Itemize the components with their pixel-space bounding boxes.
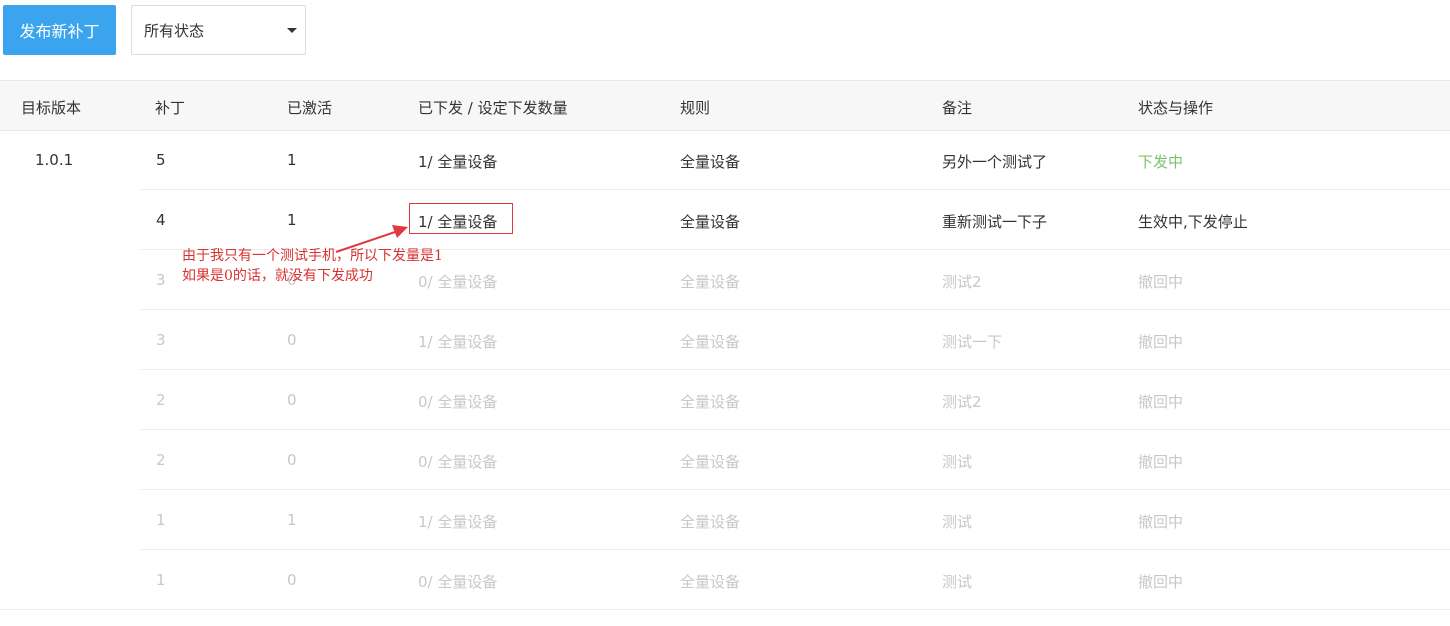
- cell-issued: 1/ 全量设备: [418, 513, 498, 531]
- cell-rule: 全量设备: [680, 213, 741, 231]
- status-filter-select[interactable]: 所有状态: [131, 5, 306, 55]
- header-issued: 已下发 / 设定下发数量: [418, 99, 568, 117]
- cell-patch: 1: [156, 511, 166, 529]
- annotation-line-1: 由于我只有一个测试手机，所以下发量是1: [182, 248, 443, 264]
- table-row: 3 0 1/ 全量设备 全量设备 测试一下 撤回中: [0, 310, 1450, 370]
- cell-status[interactable]: 撤回中: [1138, 271, 1183, 292]
- cell-rule: 全量设备: [680, 453, 741, 471]
- annotation-highlight-box: [409, 203, 513, 234]
- cell-status[interactable]: 撤回中: [1138, 391, 1183, 412]
- table-row: 5 1 1/ 全量设备 全量设备 另外一个测试了 下发中: [0, 130, 1450, 190]
- table-row: 4 1 1/ 全量设备 全量设备 重新测试一下子 生效中,下发停止: [0, 190, 1450, 250]
- cell-patch: 1: [156, 571, 166, 589]
- status-filter-value: 所有状态: [144, 21, 205, 40]
- header-patch: 补丁: [155, 99, 186, 117]
- cell-rule: 全量设备: [680, 393, 741, 411]
- cell-activated: 0: [287, 571, 297, 589]
- cell-note: 重新测试一下子: [942, 213, 1048, 231]
- caret-down-icon: [287, 28, 297, 33]
- cell-status[interactable]: 撤回中: [1138, 511, 1183, 532]
- header-target-version: 目标版本: [21, 99, 82, 117]
- cell-activated: 1: [287, 211, 297, 229]
- header-note: 备注: [942, 99, 973, 117]
- cell-rule: 全量设备: [680, 273, 741, 291]
- header-activated: 已激活: [287, 99, 333, 117]
- cell-patch: 5: [156, 151, 166, 169]
- cell-note: 测试: [942, 513, 973, 531]
- cell-rule: 全量设备: [680, 513, 741, 531]
- table-header: 目标版本 补丁 已激活 已下发 / 设定下发数量 规则 备注 状态与操作: [0, 80, 1450, 131]
- header-rule: 规则: [680, 99, 711, 117]
- cell-activated: 0: [287, 331, 297, 349]
- cell-patch: 3: [156, 271, 166, 289]
- cell-issued: 0/ 全量设备: [418, 453, 498, 471]
- cell-activated: 0: [287, 451, 297, 469]
- cell-status[interactable]: 撤回中: [1138, 571, 1183, 592]
- cell-patch: 3: [156, 331, 166, 349]
- cell-note: 测试一下: [942, 333, 1003, 351]
- cell-status[interactable]: 生效中,下发停止: [1138, 211, 1248, 232]
- cell-activated: 1: [287, 511, 297, 529]
- annotation-note: 由于我只有一个测试手机，所以下发量是1 如果是0的话，就没有下发成功: [182, 246, 502, 286]
- annotation-line-2: 如果是0的话，就没有下发成功: [182, 268, 373, 284]
- cell-issued: 0/ 全量设备: [418, 573, 498, 591]
- cell-issued: 0/ 全量设备: [418, 393, 498, 411]
- cell-issued: 1/ 全量设备: [418, 153, 498, 171]
- cell-note: 测试2: [942, 393, 982, 411]
- table-row: 1 1 1/ 全量设备 全量设备 测试 撤回中: [0, 490, 1450, 550]
- cell-patch: 4: [156, 211, 166, 229]
- cell-issued: 1/ 全量设备: [418, 333, 498, 351]
- header-status-actions: 状态与操作: [1138, 99, 1214, 117]
- cell-note: 测试: [942, 573, 973, 591]
- cell-status[interactable]: 撤回中: [1138, 451, 1183, 472]
- table-row: 2 0 0/ 全量设备 全量设备 测试2 撤回中: [0, 370, 1450, 430]
- cell-status[interactable]: 下发中: [1138, 151, 1183, 172]
- row-divider: [0, 609, 1450, 610]
- table-row: 2 0 0/ 全量设备 全量设备 测试 撤回中: [0, 430, 1450, 490]
- cell-activated: 0: [287, 391, 297, 409]
- cell-patch: 2: [156, 391, 166, 409]
- cell-note: 测试2: [942, 273, 982, 291]
- patch-table: 目标版本 补丁 已激活 已下发 / 设定下发数量 规则 备注 状态与操作 1.0…: [0, 80, 1450, 610]
- publish-patch-button[interactable]: 发布新补丁: [3, 5, 116, 55]
- cell-rule: 全量设备: [680, 573, 741, 591]
- cell-rule: 全量设备: [680, 153, 741, 171]
- cell-rule: 全量设备: [680, 333, 741, 351]
- cell-activated: 1: [287, 151, 297, 169]
- cell-patch: 2: [156, 451, 166, 469]
- cell-status[interactable]: 撤回中: [1138, 331, 1183, 352]
- cell-note: 测试: [942, 453, 973, 471]
- table-row: 1 0 0/ 全量设备 全量设备 测试 撤回中: [0, 550, 1450, 610]
- cell-note: 另外一个测试了: [942, 153, 1048, 171]
